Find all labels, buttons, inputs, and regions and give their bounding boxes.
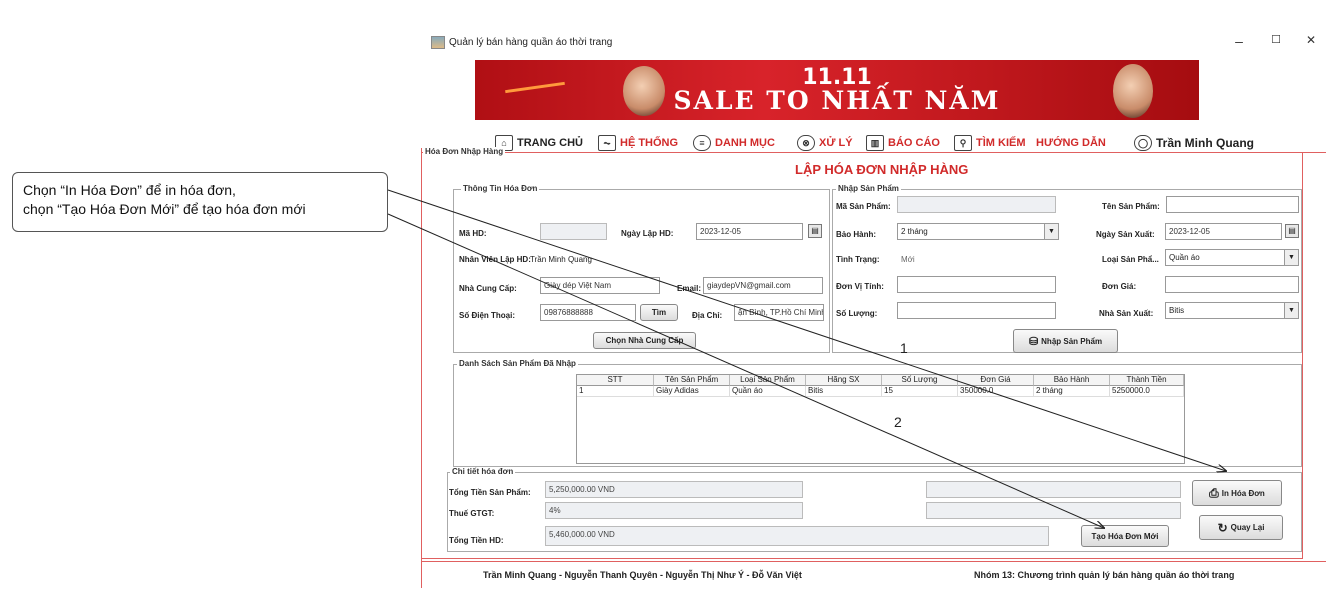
- annotation-number-1: 1: [900, 340, 908, 356]
- arrow-to-new-invoice: [387, 213, 1104, 528]
- annotation-arrows: [387, 189, 1326, 592]
- annotation-number-2: 2: [894, 414, 902, 430]
- arrow-to-print-invoice: [387, 189, 1226, 471]
